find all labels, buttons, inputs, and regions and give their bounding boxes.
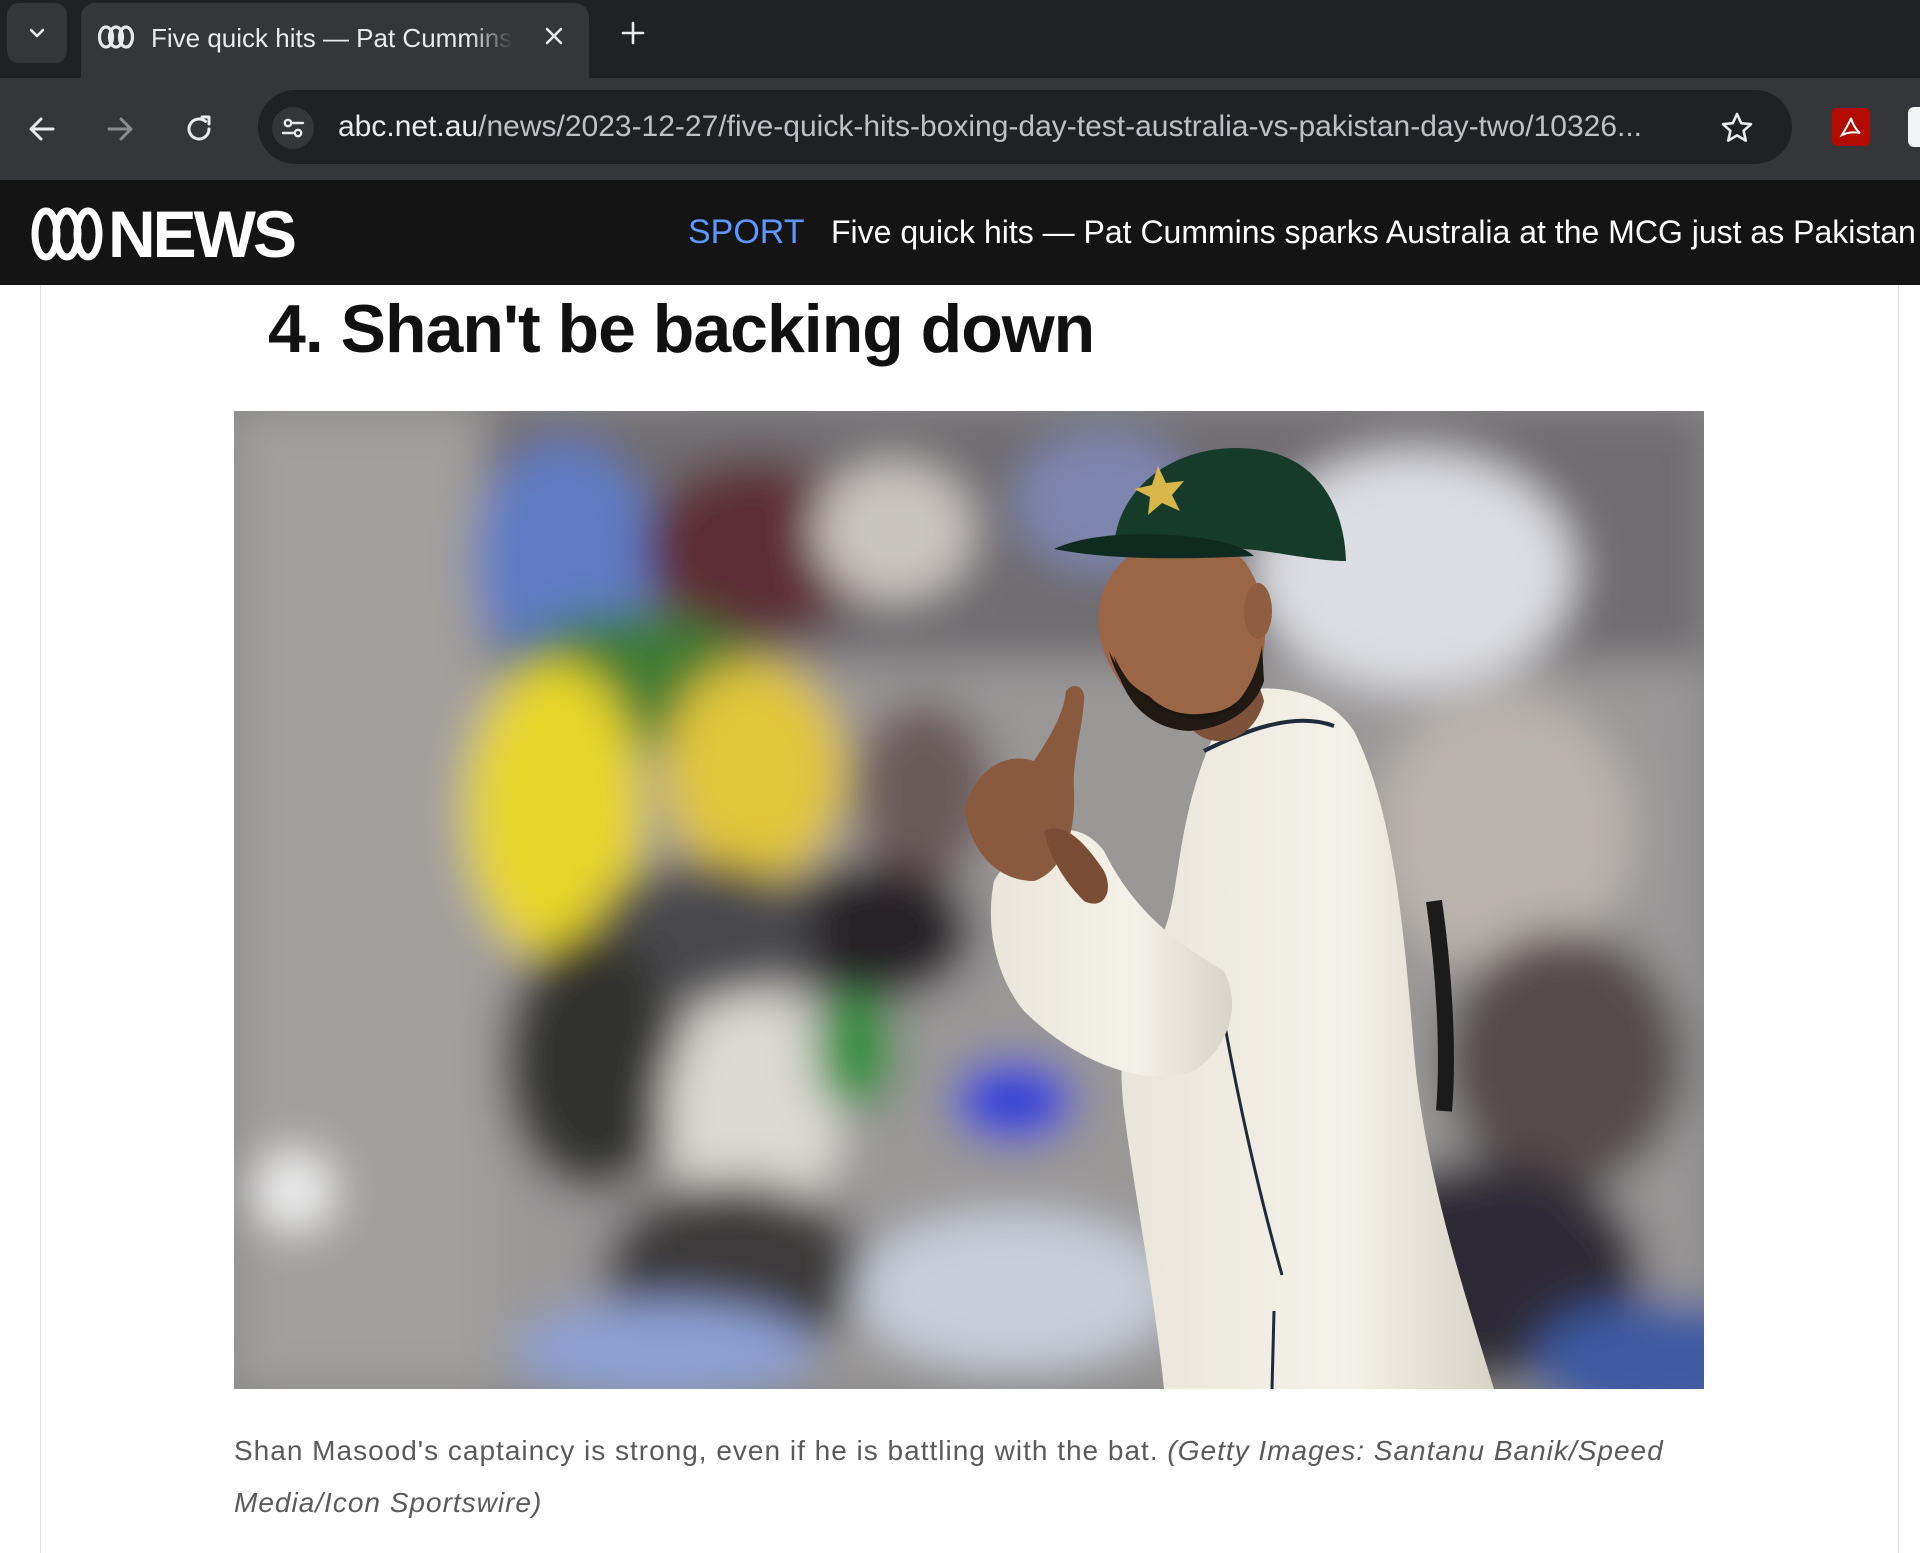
logo-wordmark: NEWS	[108, 197, 297, 271]
photo-cricket-captain	[234, 411, 1704, 1389]
site-header: NEWS SPORT Five quick hits — Pat Cummins…	[0, 180, 1920, 285]
new-tab-button[interactable]	[614, 14, 652, 52]
tune-icon	[281, 118, 305, 138]
content-border-right	[1898, 285, 1899, 1553]
tab-title: Five quick hits — Pat Cummins sparks Aus…	[151, 23, 513, 53]
arrow-left-icon	[29, 117, 55, 141]
browser-tab-active[interactable]: Five quick hits — Pat Cummins sparks Aus…	[81, 3, 589, 78]
abc-news-logo[interactable]: NEWS	[30, 197, 302, 271]
address-bar[interactable]: abc.net.au/news/2023-12-27/five-quick-hi…	[258, 90, 1792, 164]
photo-caption: Shan Masood's captaincy is strong, even …	[234, 1425, 1704, 1529]
browser-toolbar: abc.net.au/news/2023-12-27/five-quick-hi…	[0, 78, 1920, 180]
content-border-left	[40, 285, 41, 1553]
tab-search-button[interactable]	[7, 3, 67, 63]
back-button[interactable]	[20, 107, 64, 151]
arrow-right-icon	[107, 117, 133, 141]
abc-logo-icon	[97, 25, 135, 49]
reload-button[interactable]	[177, 107, 221, 151]
bookmark-star-button[interactable]	[1716, 107, 1758, 149]
close-icon	[545, 27, 563, 45]
tab-close-button[interactable]	[537, 19, 571, 53]
url-host: abc.net.au	[338, 110, 479, 143]
reload-icon	[187, 115, 211, 141]
chevron-down-icon	[29, 28, 45, 38]
url-text[interactable]: abc.net.au/news/2023-12-27/five-quick-hi…	[338, 108, 1658, 146]
forward-button[interactable]	[98, 107, 142, 151]
caption-text: Shan Masood's captaincy is strong, even …	[234, 1435, 1159, 1466]
site-info-button[interactable]	[272, 107, 314, 149]
pdf-extension-button[interactable]	[1832, 108, 1870, 146]
browser-tab-strip: Five quick hits — Pat Cummins sparks Aus…	[0, 0, 1920, 78]
extension-button[interactable]	[1908, 107, 1920, 147]
header-article-title: Five quick hits — Pat Cummins sparks Aus…	[831, 214, 1916, 250]
section-link-sport[interactable]: SPORT	[688, 210, 805, 254]
star-icon	[1721, 112, 1753, 142]
plus-icon	[621, 21, 645, 45]
section-heading: 4. Shan't be backing down	[268, 291, 1095, 367]
pdf-icon	[1839, 117, 1861, 138]
abc-lissajous-icon	[31, 207, 103, 261]
article-photo[interactable]	[234, 411, 1704, 1389]
url-path: /news/2023-12-27/five-quick-hits-boxing-…	[478, 110, 1643, 143]
